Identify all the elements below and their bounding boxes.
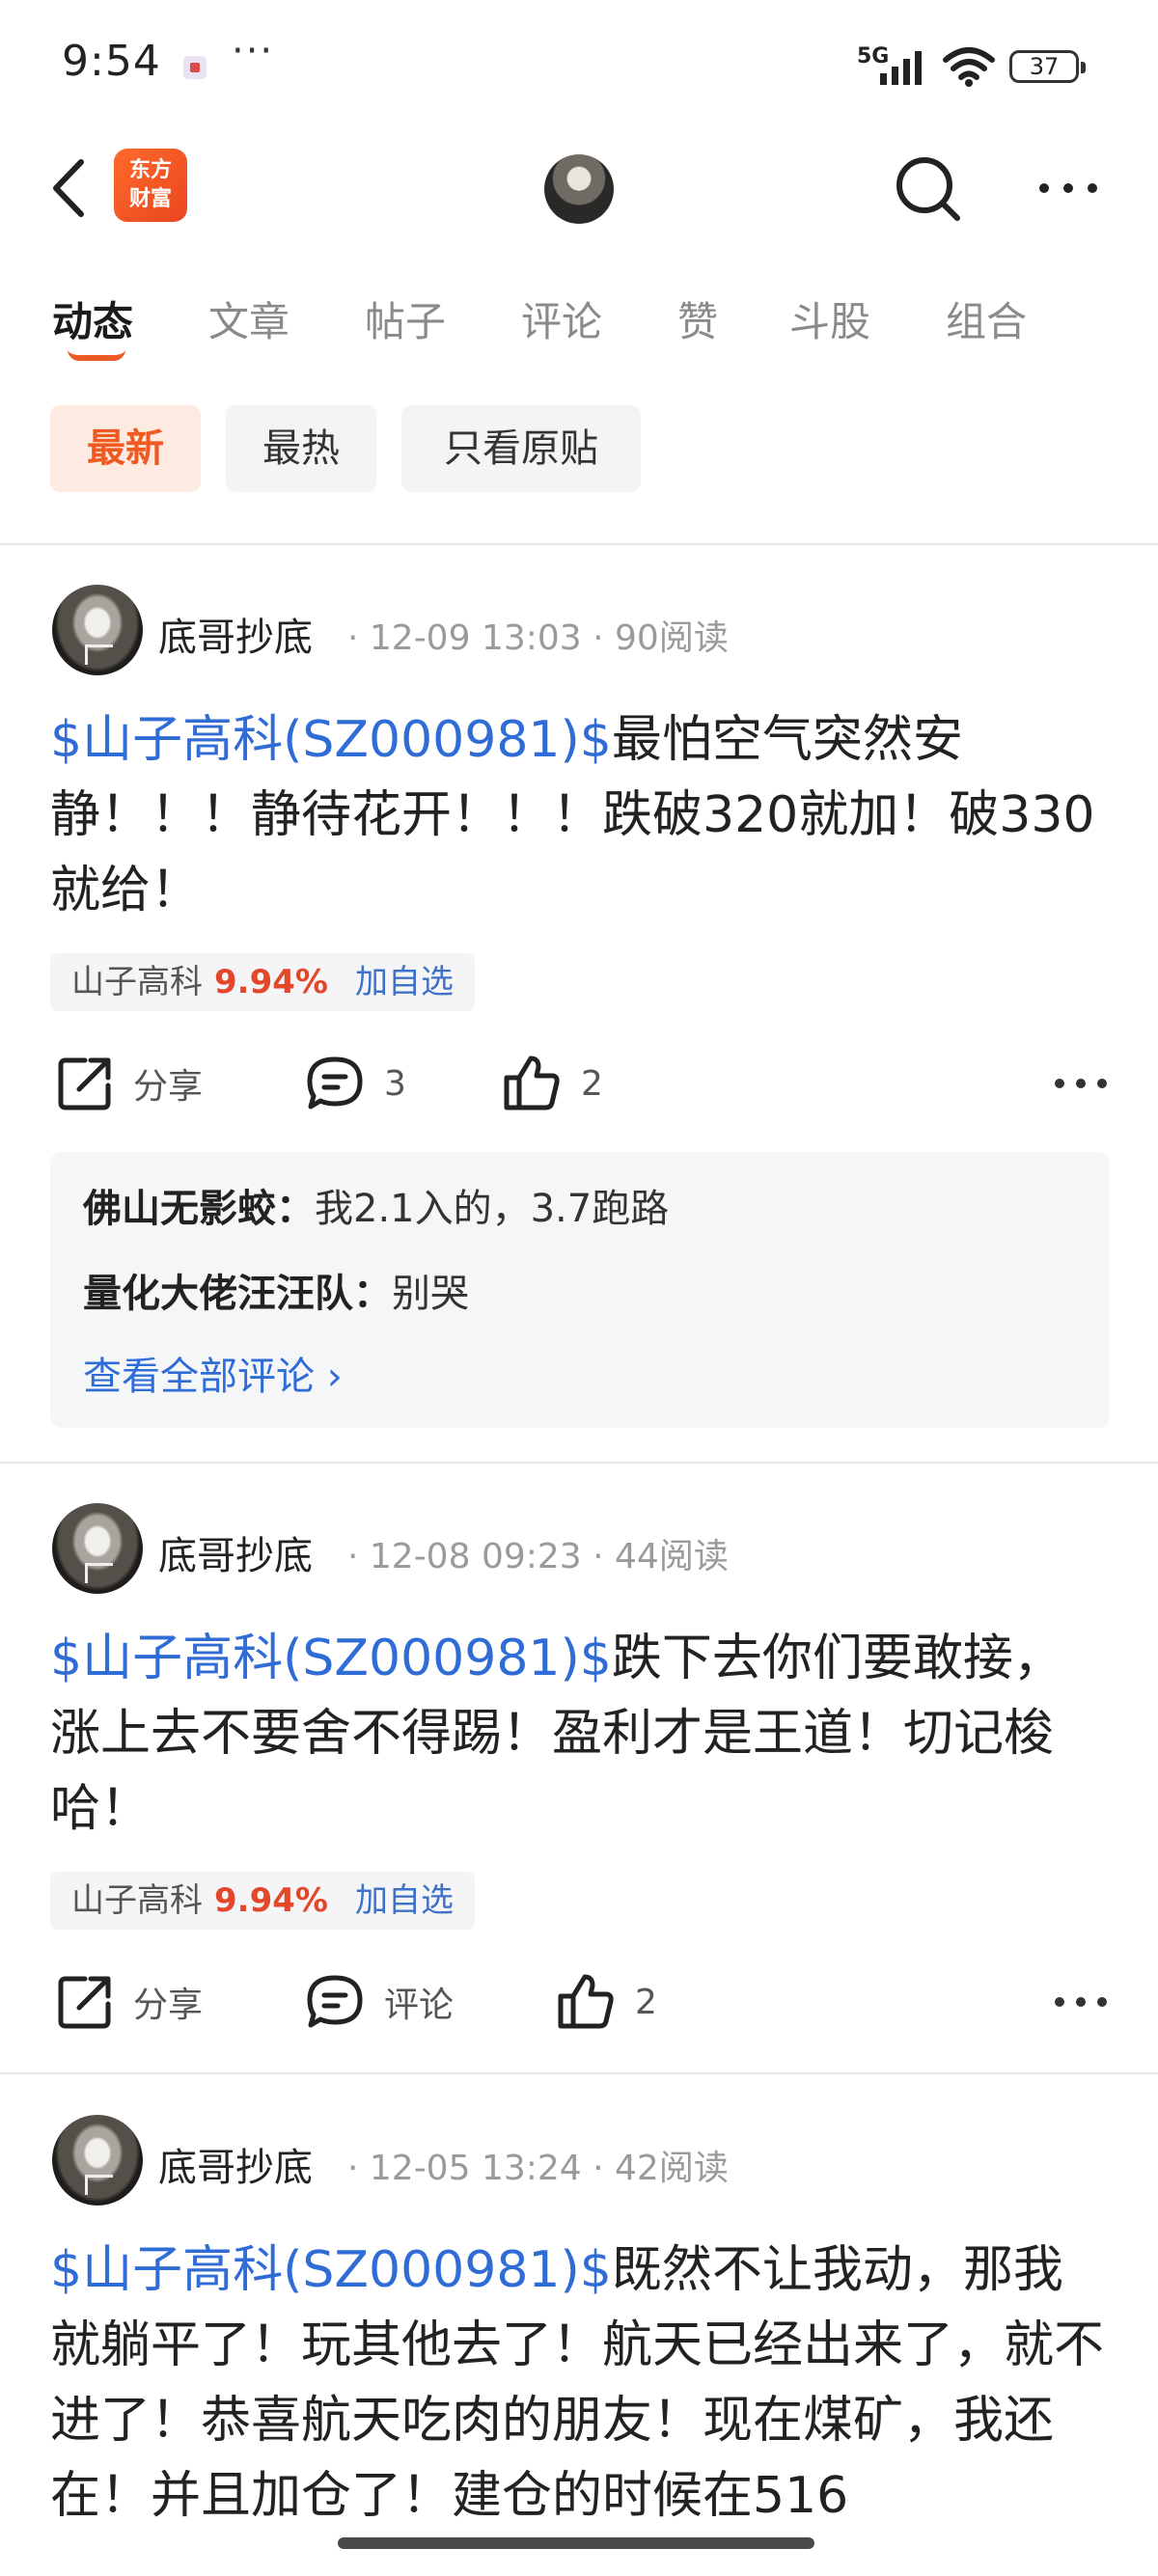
tab-stock-battle[interactable]: 斗股 bbox=[789, 289, 870, 348]
comment-item[interactable]: 佛山无影蛟：我2.1入的，3.7跑路 bbox=[83, 1177, 669, 1233]
stock-tag-change: 9.94% bbox=[214, 1881, 328, 1920]
share-button[interactable]: 分享 bbox=[56, 1959, 203, 2045]
stock-tag-change: 9.94% bbox=[214, 963, 328, 1001]
top-nav: 东方 财富 bbox=[0, 135, 1158, 241]
tab-portfolio[interactable]: 组合 bbox=[946, 289, 1027, 348]
tab-articles[interactable]: 文章 bbox=[208, 289, 290, 348]
comments-preview: 佛山无影蛟：我2.1入的，3.7跑路 量化大佬汪汪队：别哭 查看全部评论 › bbox=[50, 1152, 1110, 1428]
like-count: 2 bbox=[581, 1063, 603, 1104]
tab-dynamic[interactable]: 动态 bbox=[52, 289, 133, 348]
filter-hot[interactable]: 最热 bbox=[226, 405, 376, 492]
home-indicator[interactable] bbox=[338, 2537, 814, 2549]
thumbs-up-icon bbox=[558, 1974, 614, 2029]
comment-user[interactable]: 量化大佬汪汪队： bbox=[83, 1272, 392, 1316]
divider bbox=[0, 2072, 1158, 2074]
post-content[interactable]: $山子高科(SZ000981)$既然不让我动，那我就躺平了！玩其他去了！航天已经… bbox=[50, 2233, 1112, 2534]
comment-icon bbox=[307, 1975, 363, 2028]
profile-tabs: 动态 文章 帖子 评论 赞 斗股 组合 bbox=[0, 280, 1158, 361]
battery-indicator: 37 bbox=[1009, 50, 1086, 83]
tab-likes[interactable]: 赞 bbox=[677, 289, 718, 348]
post-more-icon[interactable] bbox=[1052, 1059, 1110, 1108]
comment-button[interactable]: 3 bbox=[305, 1040, 406, 1127]
stock-tag-name: 山子高科 bbox=[71, 963, 203, 1001]
comment-text: 别哭 bbox=[392, 1272, 469, 1316]
post-card[interactable]: 底哥抄底 · 12-05 13:24 · 42阅读 $山子高科(SZ000981… bbox=[0, 2115, 1158, 2576]
status-bar: 9:54 ··· 5G 37 bbox=[0, 0, 1158, 135]
author-name[interactable]: 底哥抄底 bbox=[158, 606, 313, 662]
brand-logo-line-2: 财富 bbox=[128, 187, 172, 211]
add-watchlist-button[interactable]: 加自选 bbox=[355, 963, 454, 1001]
stock-tag[interactable]: 山子高科 9.94% 加自选 bbox=[50, 953, 475, 1011]
notification-app-icon bbox=[183, 56, 207, 79]
active-tab-indicator bbox=[68, 349, 125, 361]
status-time: 9:54 bbox=[62, 37, 161, 86]
share-button[interactable]: 分享 bbox=[56, 1040, 203, 1127]
author-avatar[interactable] bbox=[52, 585, 143, 675]
more-options-icon[interactable] bbox=[1034, 154, 1102, 222]
like-button[interactable]: 2 bbox=[556, 1959, 657, 2045]
status-more-dots: ··· bbox=[232, 29, 275, 73]
comment-text: 我2.1入的，3.7跑路 bbox=[315, 1187, 670, 1231]
like-button[interactable]: 2 bbox=[502, 1040, 603, 1127]
post-meta: · 12-08 09:23 · 44阅读 bbox=[347, 1537, 729, 1576]
share-label: 分享 bbox=[133, 1986, 204, 2025]
stock-tag-name: 山子高科 bbox=[71, 1881, 203, 1920]
author-name[interactable]: 底哥抄底 bbox=[158, 1524, 313, 1580]
filter-original-only[interactable]: 只看原贴 bbox=[401, 405, 641, 492]
tab-comments[interactable]: 评论 bbox=[521, 289, 602, 348]
comment-user[interactable]: 佛山无影蛟： bbox=[83, 1187, 315, 1231]
comment-item[interactable]: 量化大佬汪汪队：别哭 bbox=[83, 1262, 469, 1318]
brand-logo-line-1: 东方 bbox=[128, 158, 172, 182]
back-arrow-icon[interactable] bbox=[42, 154, 100, 222]
filter-latest[interactable]: 最新 bbox=[50, 405, 201, 492]
post-meta: · 12-09 13:03 · 90阅读 bbox=[347, 618, 729, 658]
share-icon bbox=[58, 1057, 111, 1110]
brand-logo: 东方 财富 bbox=[114, 149, 187, 222]
thumbs-up-icon bbox=[504, 1055, 560, 1110]
post-content[interactable]: $山子高科(SZ000981)$最怕空气突然安静！！！静待花开！！！跌破320就… bbox=[50, 702, 1112, 928]
author-avatar[interactable] bbox=[52, 2115, 143, 2206]
search-icon[interactable] bbox=[890, 151, 967, 228]
divider bbox=[0, 1462, 1158, 1464]
user-avatar[interactable] bbox=[544, 154, 614, 224]
divider bbox=[0, 543, 1158, 545]
stock-tag[interactable]: 山子高科 9.94% 加自选 bbox=[50, 1872, 475, 1930]
comment-button[interactable]: 评论 bbox=[305, 1959, 454, 2045]
post-card[interactable]: 底哥抄底 · 12-09 13:03 · 90阅读 $山子高科(SZ000981… bbox=[0, 585, 1158, 1463]
comment-icon bbox=[307, 1056, 363, 1110]
stock-link[interactable]: $山子高科(SZ000981)$ bbox=[50, 2241, 612, 2299]
tab-posts[interactable]: 帖子 bbox=[365, 289, 446, 348]
post-content[interactable]: $山子高科(SZ000981)$跌下去你们要敢接，涨上去不要舍不得踢！盈利才是王… bbox=[50, 1621, 1112, 1847]
add-watchlist-button[interactable]: 加自选 bbox=[355, 1881, 454, 1920]
post-meta: · 12-05 13:24 · 42阅读 bbox=[347, 2149, 729, 2188]
view-all-comments-link[interactable]: 查看全部评论 › bbox=[83, 1345, 343, 1401]
post-card[interactable]: 底哥抄底 · 12-08 09:23 · 44阅读 $山子高科(SZ000981… bbox=[0, 1503, 1158, 2072]
stock-link[interactable]: $山子高科(SZ000981)$ bbox=[50, 711, 612, 769]
action-bar: 分享 3 2 bbox=[0, 1040, 1158, 1127]
filter-chips: 最新 最热 只看原贴 bbox=[0, 405, 1158, 496]
share-label: 分享 bbox=[133, 1067, 204, 1107]
share-icon bbox=[58, 1976, 111, 2029]
author-name[interactable]: 底哥抄底 bbox=[158, 2136, 313, 2192]
author-avatar[interactable] bbox=[52, 1503, 143, 1594]
signal-icon bbox=[880, 51, 922, 85]
post-more-icon[interactable] bbox=[1052, 1978, 1110, 2026]
comment-count: 3 bbox=[384, 1063, 406, 1104]
wifi-icon bbox=[943, 47, 995, 87]
like-count: 2 bbox=[635, 1982, 657, 2022]
comment-label: 评论 bbox=[384, 1986, 455, 2025]
stock-link[interactable]: $山子高科(SZ000981)$ bbox=[50, 1630, 612, 1687]
action-bar: 分享 评论 2 bbox=[0, 1959, 1158, 2045]
